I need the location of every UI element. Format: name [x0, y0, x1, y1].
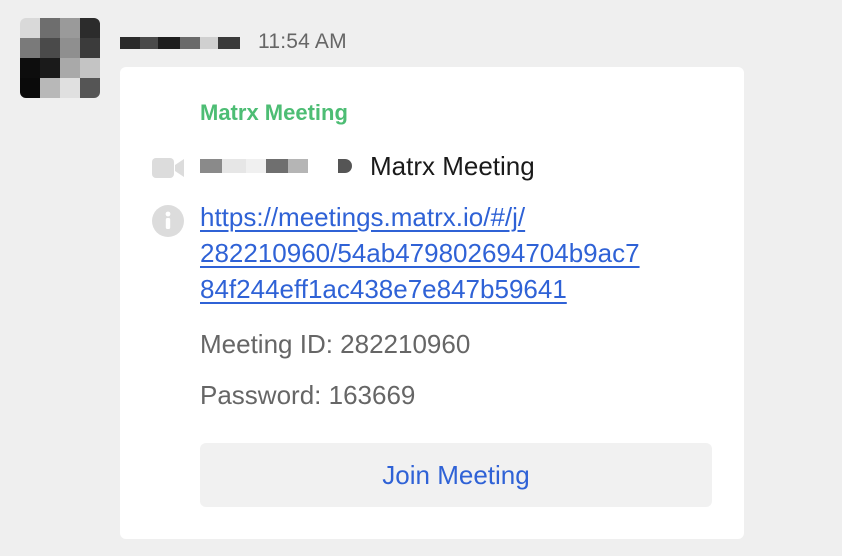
info-icon: [152, 205, 184, 237]
meeting-invite-card: Matrx Meeting Matrx Meeting https://meet…: [120, 67, 744, 539]
meeting-host-redacted: [200, 156, 352, 176]
message-timestamp: 11:54 AM: [258, 30, 347, 53]
join-meeting-button[interactable]: Join Meeting: [200, 443, 712, 507]
chat-message: 11:54 AM Matrx Meeting Matrx Meeting htt…: [0, 0, 842, 556]
meeting-password: Password: 163669: [200, 380, 416, 410]
meeting-id: Meeting ID: 282210960: [200, 329, 471, 359]
meeting-topic: Matrx Meeting: [370, 151, 535, 181]
card-title: Matrx Meeting: [200, 100, 348, 125]
topic-row: [152, 150, 186, 186]
meeting-link-line[interactable]: https://meetings.matrx.io/#/j/: [200, 199, 720, 235]
meeting-link[interactable]: https://meetings.matrx.io/#/j/ 282210960…: [200, 199, 720, 307]
meeting-link-line[interactable]: 84f244eff1ac438e7e847b59641: [200, 271, 720, 307]
meeting-link-line[interactable]: 282210960/54ab479802694704b9ac7: [200, 235, 720, 271]
sender-name-redacted[interactable]: [120, 36, 240, 50]
video-camera-icon: [152, 156, 186, 180]
avatar[interactable]: [20, 18, 100, 98]
